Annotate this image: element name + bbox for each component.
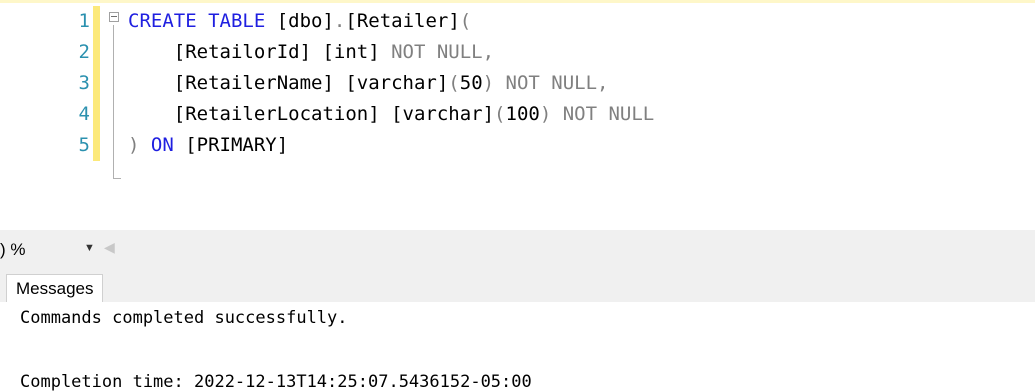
code-token: CREATE TABLE [128,10,277,32]
code-token: [RetailerLocation] [varchar] [128,103,495,125]
code-token: [dbo] [276,10,334,32]
change-marker [93,6,100,37]
code-token: ) NOT NULL [539,103,655,125]
change-marker [93,99,100,130]
code-line[interactable]: 2 [RetailorId] [int] NOT NULL, [0,37,1035,68]
editor-top-border [0,0,1035,3]
change-marker [93,68,100,99]
results-tabstrip: Messages [0,270,1035,303]
code-text: [RetailerLocation] [varchar](100) NOT NU… [128,99,654,130]
messages-pane: Commands completed successfully. Complet… [0,302,1035,392]
code-token: ) NOT NULL, [482,72,609,94]
code-line[interactable]: 5) ON [PRIMARY] [0,130,1035,161]
query-editor[interactable]: 1 CREATE TABLE [dbo].[Retailer](2 [Retail… [0,0,1035,230]
line-number: 1 [78,10,90,32]
line-number: 5 [78,134,90,156]
code-token: NOT NULL, [391,41,495,63]
code-token: ( [459,10,472,32]
change-marker [93,37,100,68]
line-number: 4 [78,103,90,125]
caret-down-icon[interactable]: ▼ [84,242,95,254]
code-token: [PRIMARY] [185,134,289,156]
scroll-left-icon[interactable]: ◀ [104,239,115,256]
code-line[interactable]: 1 CREATE TABLE [dbo].[Retailer]( [0,6,1035,37]
code-text: [RetailorId] [int] NOT NULL, [128,37,494,68]
code-token: ) [128,134,140,156]
outline-line [113,25,114,179]
code-text: [RetailerName] [varchar](50) NOT NULL, [128,68,609,99]
code-token: [Retailer] [345,10,460,32]
code-token: 100 [505,103,540,125]
code-token: ON [139,134,186,156]
outline-end [113,178,121,179]
code-line[interactable]: 4 [RetailerLocation] [varchar](100) NOT … [0,99,1035,130]
line-number: 3 [78,72,90,94]
code-token: ( [494,103,506,125]
code-token: [RetailerName] [varchar] [128,72,449,94]
code-token: 50 [459,72,483,94]
tab-messages[interactable]: Messages [6,274,104,303]
code-token: . [333,10,346,32]
message-line: Commands completed successfully. [20,308,348,328]
code-text: CREATE TABLE [dbo].[Retailer]( [128,6,471,37]
code-line[interactable]: 3 [RetailerName] [varchar](50) NOT NULL, [0,68,1035,99]
line-number: 2 [78,41,90,63]
code-text: ) ON [PRIMARY] [128,130,288,161]
collapse-icon[interactable] [109,12,119,22]
zoom-level[interactable]: ) % [0,240,26,260]
editor-statusbar: ) % ▼ ◀ [0,230,1035,270]
change-marker [93,130,100,161]
code-token: ( [448,72,460,94]
code-token: [RetailorId] [int] [128,41,392,63]
message-line: Completion time: 2022-12-13T14:25:07.543… [20,372,532,392]
